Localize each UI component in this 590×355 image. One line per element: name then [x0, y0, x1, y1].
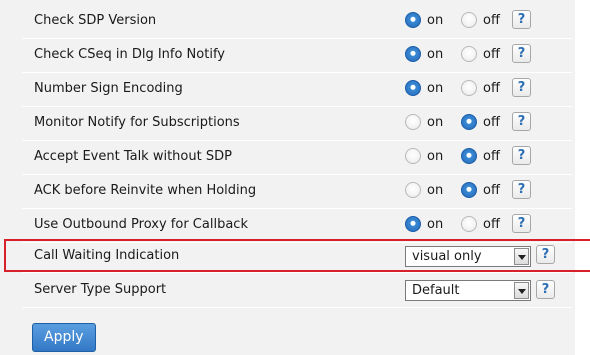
- server-type-select[interactable]: Default: [405, 280, 531, 301]
- help-button[interactable]: ?: [512, 146, 531, 165]
- setting-label: Monitor Notify for Subscriptions: [34, 115, 240, 130]
- off-radio[interactable]: [461, 182, 477, 198]
- setting-row-accept-event-talk: Accept Event Talk without SDP on off ?: [22, 140, 572, 175]
- on-radio[interactable]: [405, 80, 421, 96]
- help-button[interactable]: ?: [512, 112, 531, 131]
- settings-panel: Check SDP Version on off ? Check CSeq in…: [0, 0, 575, 355]
- on-radio[interactable]: [405, 12, 421, 28]
- setting-label: ACK before Reinvite when Holding: [34, 183, 257, 198]
- on-radio-label[interactable]: on: [427, 217, 443, 232]
- setting-label: Check CSeq in Dlg Info Notify: [34, 47, 225, 62]
- setting-label: Server Type Support: [34, 282, 167, 297]
- setting-row-number-sign-encoding: Number Sign Encoding on off ?: [22, 72, 572, 107]
- off-radio[interactable]: [461, 148, 477, 164]
- setting-row-check-sdp-version: Check SDP Version on off ?: [22, 4, 572, 39]
- off-radio[interactable]: [461, 80, 477, 96]
- on-radio[interactable]: [405, 148, 421, 164]
- off-radio[interactable]: [461, 12, 477, 28]
- off-radio-label[interactable]: off: [483, 13, 500, 28]
- help-button[interactable]: ?: [512, 44, 531, 63]
- on-radio[interactable]: [405, 114, 421, 130]
- setting-row-outbound-proxy-callback: Use Outbound Proxy for Callback on off ?: [22, 208, 572, 243]
- off-radio-label[interactable]: off: [483, 81, 500, 96]
- setting-row-monitor-notify: Monitor Notify for Subscriptions on off …: [22, 106, 572, 141]
- on-radio-label[interactable]: on: [427, 81, 443, 96]
- on-radio-label[interactable]: on: [427, 149, 443, 164]
- off-radio-label[interactable]: off: [483, 149, 500, 164]
- setting-label: Number Sign Encoding: [34, 81, 183, 96]
- on-radio[interactable]: [405, 182, 421, 198]
- on-radio-label[interactable]: on: [427, 115, 443, 130]
- server-type-select-value: Default: [412, 283, 460, 298]
- setting-label: Use Outbound Proxy for Callback: [34, 217, 248, 232]
- highlight-box: [4, 239, 590, 272]
- on-radio[interactable]: [405, 216, 421, 232]
- on-radio-label[interactable]: on: [427, 13, 443, 28]
- on-radio[interactable]: [405, 46, 421, 62]
- off-radio-label[interactable]: off: [483, 183, 500, 198]
- chevron-down-icon[interactable]: [514, 282, 529, 299]
- off-radio[interactable]: [461, 114, 477, 130]
- on-radio-label[interactable]: on: [427, 183, 443, 198]
- off-radio[interactable]: [461, 46, 477, 62]
- help-button[interactable]: ?: [536, 280, 555, 299]
- help-button[interactable]: ?: [512, 10, 531, 29]
- setting-row-server-type-support: Server Type Support Default ?: [22, 273, 572, 308]
- on-radio-label[interactable]: on: [427, 47, 443, 62]
- off-radio[interactable]: [461, 216, 477, 232]
- help-button[interactable]: ?: [512, 214, 531, 233]
- help-button[interactable]: ?: [512, 78, 531, 97]
- off-radio-label[interactable]: off: [483, 115, 500, 130]
- help-button[interactable]: ?: [512, 180, 531, 199]
- off-radio-label[interactable]: off: [483, 217, 500, 232]
- setting-row-ack-before-reinvite: ACK before Reinvite when Holding on off …: [22, 174, 572, 209]
- apply-button[interactable]: Apply: [32, 323, 96, 352]
- setting-label: Check SDP Version: [34, 13, 157, 28]
- setting-label: Accept Event Talk without SDP: [34, 149, 232, 164]
- setting-row-check-cseq: Check CSeq in Dlg Info Notify on off ?: [22, 38, 572, 73]
- off-radio-label[interactable]: off: [483, 47, 500, 62]
